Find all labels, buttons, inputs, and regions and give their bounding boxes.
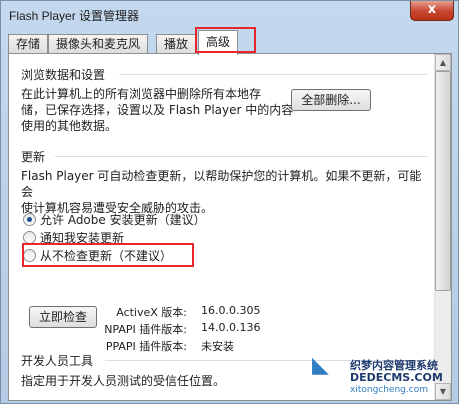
scroll-up-arrow-icon[interactable]: ▲ — [435, 54, 451, 71]
title-bar[interactable]: Flash Player 设置管理器 x — [1, 1, 458, 31]
window-title: Flash Player 设置管理器 — [9, 9, 140, 23]
tab-storage[interactable]: 存储 — [8, 34, 49, 54]
updates-description: Flash Player 可自动检查更新，以帮助保护您的计算机。如果不更新，可能… — [21, 169, 422, 215]
radio-notify-updates[interactable]: 通知我安装更新 — [23, 229, 124, 245]
tab-camera-mic[interactable]: 摄像头和麦克风 — [48, 34, 149, 54]
watermark: ◣ 织梦内容管理系统 DEDECMS.COM xitongcheng.com — [310, 349, 458, 403]
version-row-ppapi: PPAPI 插件版本: 未安装 — [105, 340, 234, 353]
browsing-description: 在此计算机上的所有浏览器中删除所有本地存 储，已保存选择，设置以及 Flash … — [21, 87, 294, 133]
version-row-npapi: NPAPI 插件版本: 14.0.0.136 — [104, 321, 261, 336]
radio-label: 允许 Adobe 安装更新（建议） — [40, 212, 206, 227]
settings-window: Flash Player 设置管理器 x 存储 摄像头和麦克风 播放 高级 浏览… — [0, 0, 459, 404]
radio-indicator[interactable] — [23, 248, 36, 262]
section-divider — [119, 74, 427, 75]
version-row-activex: ActiveX 版本: 16.0.0.305 — [116, 304, 261, 319]
delete-all-button[interactable]: 全部删除... — [291, 89, 371, 111]
developer-section-title: 开发人员工具 — [21, 354, 94, 368]
close-button[interactable]: x — [410, 1, 454, 21]
tab-bar: 存储 摄像头和麦克风 播放 高级 — [8, 30, 452, 55]
radio-never-check[interactable]: 从不检查更新（不建议） — [23, 247, 172, 263]
tab-advanced[interactable]: 高级 — [198, 30, 239, 55]
developer-description: 指定用于开发人员测试的受信任位置。 — [21, 374, 226, 388]
updates-section-title: 更新 — [21, 150, 46, 164]
tab-playback[interactable]: 播放 — [156, 34, 197, 54]
watermark-logo-icon: ◣ — [312, 353, 329, 378]
radio-label: 从不检查更新（不建议） — [40, 248, 173, 263]
section-divider — [55, 156, 427, 157]
radio-allow-updates[interactable]: 允许 Adobe 安装更新（建议） — [23, 211, 206, 227]
radio-indicator[interactable] — [23, 230, 36, 244]
watermark-sub: xitongcheng.com — [350, 385, 428, 395]
check-now-button[interactable]: 立即检查 — [29, 306, 97, 328]
radio-label: 通知我安装更新 — [40, 230, 125, 245]
watermark-domain: DEDECMS.COM — [350, 371, 443, 384]
scroll-thumb[interactable] — [435, 71, 451, 291]
browsing-section-title: 浏览数据和设置 — [21, 68, 106, 82]
radio-indicator[interactable] — [23, 212, 36, 226]
